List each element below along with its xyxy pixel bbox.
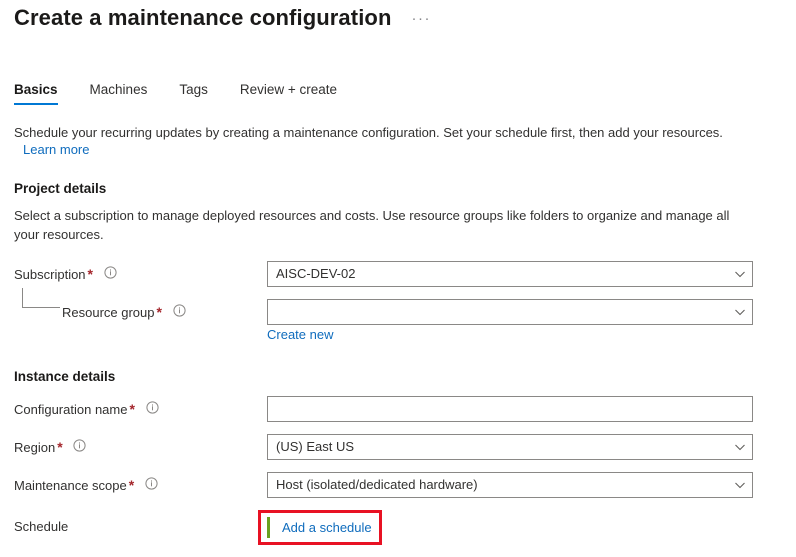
tab-tags[interactable]: Tags xyxy=(179,82,224,105)
region-required-marker: * xyxy=(55,439,62,455)
region-label-text: Region xyxy=(14,440,55,455)
add-a-schedule-link[interactable]: Add a schedule xyxy=(282,520,372,535)
subscription-required-marker: * xyxy=(86,266,93,282)
configuration-name-input[interactable] xyxy=(267,396,753,422)
configuration-name-required-marker: * xyxy=(127,401,134,417)
region-label: Region* xyxy=(14,434,86,462)
subscription-row: Subscription* AISC-DEV-02 xyxy=(0,261,796,287)
blade-description: Schedule your recurring updates by creat… xyxy=(14,123,774,142)
info-icon[interactable] xyxy=(104,262,117,288)
info-icon[interactable] xyxy=(173,300,186,326)
tab-review-create[interactable]: Review + create xyxy=(240,82,353,105)
project-details-heading: Project details xyxy=(14,181,106,196)
info-icon[interactable] xyxy=(145,473,158,499)
subscription-dropdown[interactable]: AISC-DEV-02 xyxy=(267,261,753,287)
resource-group-label: Resource group* xyxy=(62,299,186,327)
maintenance-scope-dropdown[interactable]: Host (isolated/dedicated hardware) xyxy=(267,472,753,498)
chevron-down-icon xyxy=(734,479,746,491)
maintenance-scope-label: Maintenance scope* xyxy=(14,472,158,500)
title-row: Create a maintenance configuration ··· xyxy=(14,4,435,32)
chevron-down-icon xyxy=(734,441,746,453)
create-new-resource-group-link[interactable]: Create new xyxy=(267,327,333,342)
project-details-description: Select a subscription to manage deployed… xyxy=(14,206,756,244)
schedule-label: Schedule xyxy=(14,518,68,536)
page-title: Create a maintenance configuration xyxy=(14,4,392,32)
maintenance-scope-value: Host (isolated/dedicated hardware) xyxy=(276,473,728,497)
tab-basics[interactable]: Basics xyxy=(14,82,74,105)
subscription-label: Subscription* xyxy=(14,261,117,289)
resource-group-row: Resource group* xyxy=(0,299,796,325)
subscription-label-text: Subscription xyxy=(14,267,86,282)
create-maintenance-configuration-blade: Create a maintenance configuration ··· B… xyxy=(0,0,796,557)
chevron-down-icon xyxy=(734,268,746,280)
configuration-name-row: Configuration name* xyxy=(0,396,796,422)
tab-machines[interactable]: Machines xyxy=(90,82,164,105)
region-dropdown[interactable]: (US) East US xyxy=(267,434,753,460)
focus-marker xyxy=(267,517,270,538)
region-value: (US) East US xyxy=(276,435,728,459)
resource-group-required-marker: * xyxy=(155,304,162,320)
configuration-name-label: Configuration name* xyxy=(14,396,159,424)
chevron-down-icon xyxy=(734,306,746,318)
annotation-highlight-box: Add a schedule xyxy=(258,510,382,545)
resource-group-dropdown[interactable] xyxy=(267,299,753,325)
maintenance-scope-required-marker: * xyxy=(127,477,134,493)
info-icon[interactable] xyxy=(73,435,86,461)
more-options-icon[interactable]: ··· xyxy=(408,10,436,28)
maintenance-scope-row: Maintenance scope* Host (isolated/dedica… xyxy=(0,472,796,498)
subscription-value: AISC-DEV-02 xyxy=(276,262,728,286)
tab-bar: Basics Machines Tags Review + create xyxy=(14,82,353,105)
learn-more-link[interactable]: Learn more xyxy=(23,142,89,157)
resource-group-label-text: Resource group xyxy=(62,305,155,320)
configuration-name-label-text: Configuration name xyxy=(14,402,127,417)
instance-details-heading: Instance details xyxy=(14,369,115,384)
info-icon[interactable] xyxy=(146,397,159,423)
maintenance-scope-label-text: Maintenance scope xyxy=(14,478,127,493)
region-row: Region* (US) East US xyxy=(0,434,796,460)
